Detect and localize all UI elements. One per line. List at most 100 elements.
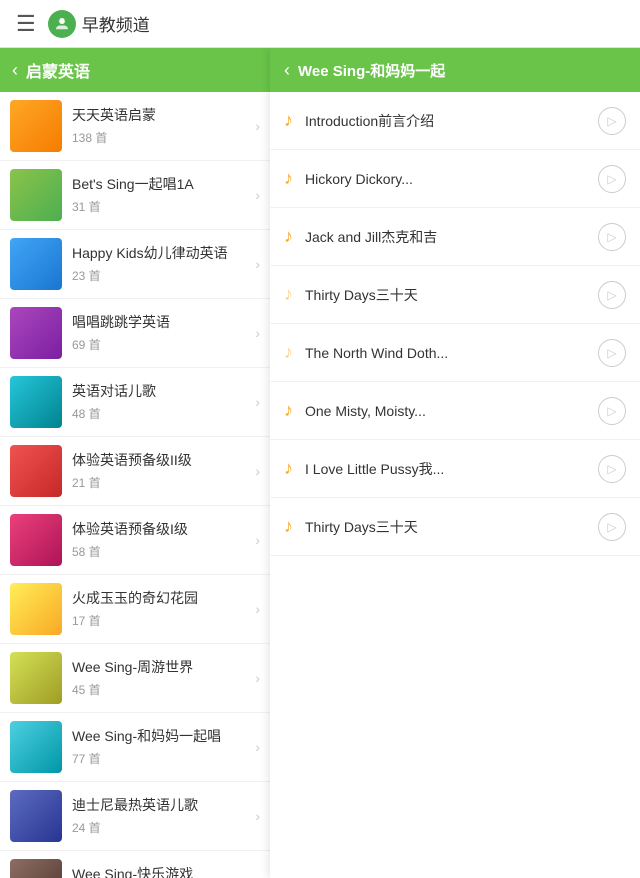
left-item-info: Wee Sing-快乐游戏 23 首 <box>72 865 251 878</box>
song-item[interactable]: ♪ Thirty Days三十天 ▷ <box>270 498 640 556</box>
left-item-count: 24 首 <box>72 819 251 836</box>
right-sub-header: ‹ Wee Sing-和妈妈一起 <box>270 48 640 92</box>
play-button[interactable]: ▷ <box>598 339 626 367</box>
left-list-item[interactable]: Wee Sing-周游世界 45 首 › <box>0 644 270 713</box>
song-name: One Misty, Moisty... <box>305 403 598 419</box>
song-item[interactable]: ♪ I Love Little Pussy我... ▷ <box>270 440 640 498</box>
play-button[interactable]: ▷ <box>598 513 626 541</box>
app-logo <box>48 10 76 38</box>
play-button[interactable]: ▷ <box>598 223 626 251</box>
chevron-right-icon: › <box>255 256 260 272</box>
left-list-item[interactable]: 天天英语启蒙 138 首 › <box>0 92 270 161</box>
play-icon: ▷ <box>607 288 616 302</box>
left-thumb <box>10 238 62 290</box>
left-item-info: Wee Sing-和妈妈一起唱 77 首 <box>72 727 251 766</box>
logo-area: 早教频道 <box>48 10 150 38</box>
left-item-name: Happy Kids幼儿律动英语 <box>72 244 251 262</box>
chevron-right-icon: › <box>255 118 260 134</box>
left-item-count: 21 首 <box>72 474 251 491</box>
song-list: ♪ Introduction前言介绍 ▷ ♪ Hickory Dickory..… <box>270 92 640 878</box>
top-header: ☰ 早教频道 <box>0 0 640 48</box>
music-note-icon: ♪ <box>284 516 293 537</box>
chevron-right-icon: › <box>255 601 260 617</box>
left-item-info: 英语对话儿歌 48 首 <box>72 382 251 421</box>
song-item[interactable]: ♪ Hickory Dickory... ▷ <box>270 150 640 208</box>
chevron-right-icon: › <box>255 532 260 548</box>
app-title: 早教频道 <box>82 11 150 36</box>
left-item-info: Wee Sing-周游世界 45 首 <box>72 658 251 697</box>
left-item-name: Wee Sing-快乐游戏 <box>72 865 251 878</box>
song-name: The North Wind Doth... <box>305 345 598 361</box>
play-icon: ▷ <box>607 346 616 360</box>
left-list-item[interactable]: Wee Sing-快乐游戏 23 首 › <box>0 851 270 878</box>
left-thumb <box>10 445 62 497</box>
song-name: Introduction前言介绍 <box>305 111 598 131</box>
play-icon: ▷ <box>607 404 616 418</box>
chevron-right-icon: › <box>255 808 260 824</box>
left-panel: ‹ 启蒙英语 天天英语启蒙 138 首 › Bet's Sing一起唱1A 31… <box>0 48 270 878</box>
right-sub-title: Wee Sing-和妈妈一起 <box>298 60 445 81</box>
left-thumb <box>10 100 62 152</box>
song-name: I Love Little Pussy我... <box>305 459 598 479</box>
left-thumb <box>10 652 62 704</box>
song-item[interactable]: ♪ The North Wind Doth... ▷ <box>270 324 640 382</box>
song-item[interactable]: ♪ One Misty, Moisty... ▷ <box>270 382 640 440</box>
song-item[interactable]: ♪ Jack and Jill杰克和吉 ▷ <box>270 208 640 266</box>
left-list-item[interactable]: 迪士尼最热英语儿歌 24 首 › <box>0 782 270 851</box>
left-thumb <box>10 859 62 878</box>
left-item-name: 迪士尼最热英语儿歌 <box>72 796 251 814</box>
play-icon: ▷ <box>607 230 616 244</box>
music-note-icon: ♪ <box>284 342 293 363</box>
chevron-right-icon: › <box>255 394 260 410</box>
left-item-name: Wee Sing-和妈妈一起唱 <box>72 727 251 745</box>
left-panel-title: 启蒙英语 <box>26 58 90 82</box>
left-item-info: 唱唱跳跳学英语 69 首 <box>72 313 251 352</box>
menu-icon[interactable]: ☰ <box>16 11 36 37</box>
play-button[interactable]: ▷ <box>598 455 626 483</box>
left-item-count: 23 首 <box>72 267 251 284</box>
left-list-item[interactable]: Wee Sing-和妈妈一起唱 77 首 › <box>0 713 270 782</box>
left-item-name: 英语对话儿歌 <box>72 382 251 400</box>
left-thumb <box>10 169 62 221</box>
song-name: Hickory Dickory... <box>305 171 598 187</box>
left-item-info: Bet's Sing一起唱1A 31 首 <box>72 175 251 214</box>
left-item-info: 天天英语启蒙 138 首 <box>72 106 251 145</box>
left-list-item[interactable]: 体验英语预备级II级 21 首 › <box>0 437 270 506</box>
chevron-right-icon: › <box>255 325 260 341</box>
right-sub-back-button[interactable]: ‹ <box>284 60 290 81</box>
music-note-icon: ♪ <box>284 458 293 479</box>
left-item-name: 天天英语启蒙 <box>72 106 251 124</box>
left-item-name: 火成玉玉的奇幻花园 <box>72 589 251 607</box>
left-item-info: 体验英语预备级I级 58 首 <box>72 520 251 559</box>
left-back-button[interactable]: ‹ <box>12 60 18 81</box>
music-note-icon: ♪ <box>284 226 293 247</box>
play-button[interactable]: ▷ <box>598 397 626 425</box>
left-item-count: 48 首 <box>72 405 251 422</box>
left-thumb <box>10 514 62 566</box>
song-name: Jack and Jill杰克和吉 <box>305 227 598 247</box>
music-note-icon: ♪ <box>284 168 293 189</box>
play-button[interactable]: ▷ <box>598 165 626 193</box>
left-list-item[interactable]: Happy Kids幼儿律动英语 23 首 › <box>0 230 270 299</box>
left-item-count: 69 首 <box>72 336 251 353</box>
play-icon: ▷ <box>607 114 616 128</box>
chevron-right-icon: › <box>255 187 260 203</box>
left-item-info: 体验英语预备级II级 21 首 <box>72 451 251 490</box>
left-list-item[interactable]: Bet's Sing一起唱1A 31 首 › <box>0 161 270 230</box>
play-icon: ▷ <box>607 520 616 534</box>
left-list-item[interactable]: 火成玉玉的奇幻花园 17 首 › <box>0 575 270 644</box>
main-area: ‹ 启蒙英语 天天英语启蒙 138 首 › Bet's Sing一起唱1A 31… <box>0 48 640 878</box>
chevron-right-icon: › <box>255 463 260 479</box>
play-button[interactable]: ▷ <box>598 281 626 309</box>
play-button[interactable]: ▷ <box>598 107 626 135</box>
left-list-item[interactable]: 英语对话儿歌 48 首 › <box>0 368 270 437</box>
song-item[interactable]: ♪ Thirty Days三十天 ▷ <box>270 266 640 324</box>
left-list-item[interactable]: 体验英语预备级I级 58 首 › <box>0 506 270 575</box>
music-note-icon: ♪ <box>284 110 293 131</box>
music-note-icon: ♪ <box>284 400 293 421</box>
left-list-item[interactable]: 唱唱跳跳学英语 69 首 › <box>0 299 270 368</box>
left-thumb <box>10 376 62 428</box>
song-item[interactable]: ♪ Introduction前言介绍 ▷ <box>270 92 640 150</box>
left-item-count: 138 首 <box>72 129 251 146</box>
left-item-info: Happy Kids幼儿律动英语 23 首 <box>72 244 251 283</box>
